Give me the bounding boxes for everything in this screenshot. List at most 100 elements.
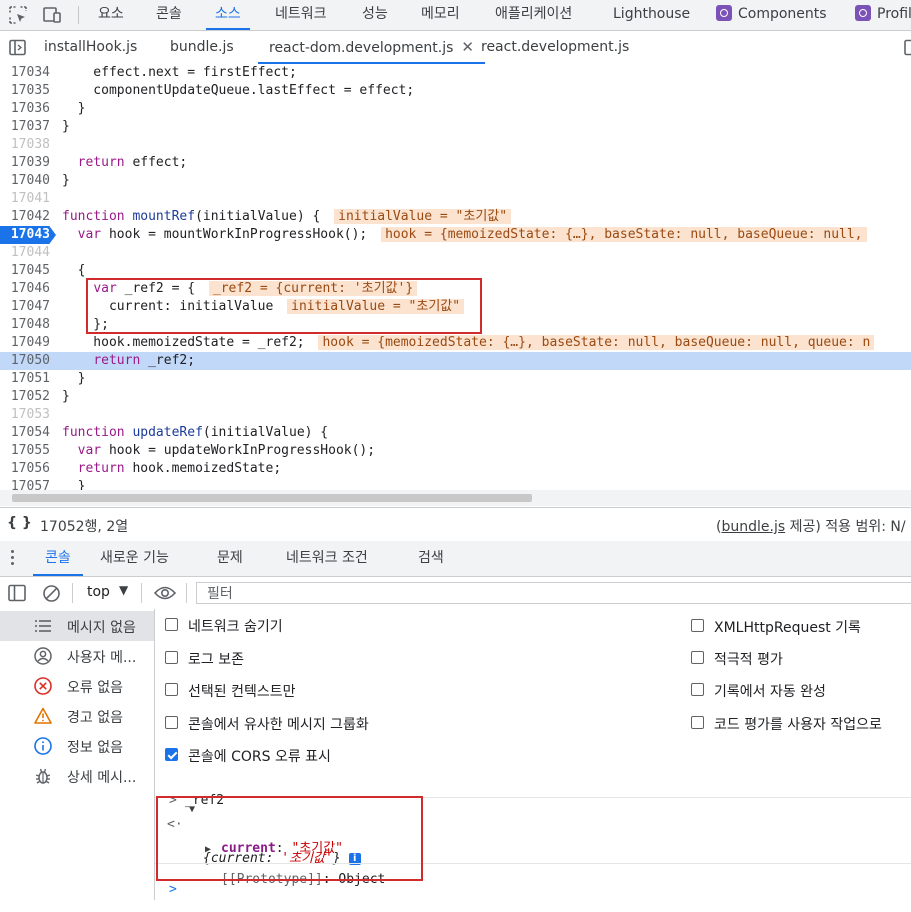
sidebar-item-info[interactable]: 정보 없음 (0, 731, 154, 761)
line-number[interactable]: 17049 (0, 334, 50, 352)
line-number[interactable]: 17056 (0, 460, 50, 478)
checkbox[interactable] (165, 618, 178, 631)
file-tab-react-dom[interactable]: react-dom.development.js ✕ (258, 31, 485, 64)
console-toolbar: top ▼ (0, 577, 911, 610)
keyword: function (62, 209, 125, 224)
line-number[interactable]: 17055 (0, 442, 50, 460)
checkbox[interactable] (165, 716, 178, 729)
source-file-link[interactable]: bundle.js (721, 519, 785, 535)
editor-horizontal-scrollbar[interactable] (0, 490, 911, 506)
code-line: 17034 effect.next = firstEffect; (0, 64, 911, 82)
more-options-icon[interactable] (11, 550, 15, 568)
checkbox[interactable] (691, 619, 704, 632)
line-number[interactable]: 17039 (0, 154, 50, 172)
sidebar-item-label: 정보 없음 (67, 740, 123, 756)
sidebar-item-verbose[interactable]: 상세 메시... (0, 761, 154, 791)
checkbox[interactable] (165, 683, 178, 696)
tab-sources[interactable]: 소스 (206, 0, 250, 30)
execution-line-marker[interactable]: 17043 (0, 226, 56, 244)
info-icon (34, 737, 52, 755)
live-expression-eye-icon[interactable] (154, 585, 176, 601)
error-icon (34, 677, 52, 695)
tab-elements[interactable]: 요소 (98, 0, 124, 30)
tab-console[interactable]: 콘솔 (156, 0, 182, 30)
line-number[interactable]: 17053 (0, 406, 50, 424)
code-line: 17052} (0, 388, 911, 406)
line-number[interactable]: 17050 (0, 352, 50, 370)
toggle-navigator-icon[interactable] (9, 39, 26, 56)
line-number[interactable]: 17034 (0, 64, 50, 82)
file-tab-installhook[interactable]: installHook.js (44, 31, 137, 64)
code-text: return effect; (62, 154, 188, 172)
line-number[interactable]: 17054 (0, 424, 50, 442)
clear-console-icon[interactable] (42, 584, 61, 603)
line-number[interactable]: 17046 (0, 280, 50, 298)
checkbox[interactable] (691, 716, 704, 729)
context-dropdown-icon[interactable]: ▼ (119, 583, 128, 597)
code-text: componentUpdateQueue.lastEffect = effect… (62, 83, 415, 98)
line-number[interactable]: 17035 (0, 82, 50, 100)
code-line-paused: 17050 return _ref2; (0, 352, 911, 370)
line-number[interactable]: 17041 (0, 190, 50, 208)
code-text: var hook = updateWorkInProgressHook(); (62, 442, 375, 460)
line-number[interactable]: 17036 (0, 100, 50, 118)
line-number[interactable]: 17048 (0, 316, 50, 334)
sidebar-item-warnings[interactable]: 경고 없음 (0, 701, 154, 731)
tab-application[interactable]: 애플리케이션 (495, 0, 572, 30)
file-tab-bundle[interactable]: bundle.js (170, 31, 234, 64)
code-line: 17055 var hook = updateWorkInProgressHoo… (0, 442, 911, 460)
file-tab-react[interactable]: react.development.js (481, 31, 629, 64)
drawer-tab-console[interactable]: 콘솔 (33, 541, 83, 576)
tab-lighthouse[interactable]: Lighthouse (613, 0, 690, 30)
line-number[interactable]: 17051 (0, 370, 50, 388)
checkbox[interactable] (691, 651, 704, 664)
context-selector[interactable]: top (87, 584, 110, 600)
scrollbar-thumb[interactable] (12, 494, 532, 502)
pretty-print-icon[interactable]: { } (7, 515, 32, 531)
drawer-tab-network-conditions[interactable]: 네트워크 조건 (286, 541, 368, 576)
line-number[interactable]: 17052 (0, 388, 50, 406)
console-sidebar: 메시지 없음 사용자 메... 오류 없음 경고 없음 정보 없음 상세 메시.… (0, 609, 155, 900)
show-sidebar-icon[interactable] (8, 584, 26, 602)
tab-profiler[interactable]: Profil (855, 0, 911, 30)
sidebar-item-user-messages[interactable]: 사용자 메... (0, 641, 154, 671)
setting-label: 로그 보존 (188, 652, 244, 668)
tab-network[interactable]: 네트워크 (275, 0, 327, 30)
checkbox[interactable] (165, 651, 178, 664)
code-editor[interactable]: 17034 effect.next = firstEffect; 17035 c… (0, 64, 911, 490)
device-toolbar-icon[interactable] (42, 5, 62, 25)
setting-label: 콘솔에서 유사한 메시지 그룹화 (188, 717, 369, 733)
line-number[interactable]: 17042 (0, 208, 50, 226)
tab-performance[interactable]: 성능 (362, 0, 388, 30)
drawer-tab-whats-new[interactable]: 새로운 기능 (100, 541, 169, 576)
line-number[interactable]: 17037 (0, 118, 50, 136)
inline-value: hook = {memoizedState: {…}, baseState: n… (381, 227, 867, 242)
line-number[interactable]: 17057 (0, 478, 50, 490)
tab-components-label: Components (738, 6, 827, 22)
console-output[interactable]: > _ref2 <· ▼ {current: '초기값'} i current: "… (155, 772, 911, 900)
drawer-tabbar: 콘솔 새로운 기능 문제 네트워크 조건 검색 (0, 541, 911, 577)
drawer-tab-search[interactable]: 검색 (418, 541, 444, 576)
file-tabbar: installHook.js bundle.js react-dom.devel… (0, 31, 911, 65)
line-number[interactable]: 17040 (0, 172, 50, 190)
inspect-element-icon[interactable] (8, 5, 28, 25)
checkbox-checked[interactable] (165, 748, 178, 761)
close-tab-icon[interactable]: ✕ (461, 38, 474, 56)
sidebar-item-messages[interactable]: 메시지 없음 (0, 611, 154, 641)
line-number[interactable]: 17038 (0, 136, 50, 154)
filter-input[interactable] (205, 585, 889, 603)
tab-components[interactable]: Components (716, 0, 827, 30)
code-fragment: hook = updateWorkInProgressHook(); (101, 443, 376, 458)
tab-memory[interactable]: 메모리 (421, 0, 460, 30)
drawer-tab-issues[interactable]: 문제 (217, 541, 243, 576)
code-line: 17054 function updateRef(initialValue) { (0, 424, 911, 442)
bug-icon (35, 768, 51, 784)
react-components-icon (716, 5, 732, 21)
checkbox[interactable] (691, 683, 704, 696)
line-number[interactable]: 17047 (0, 298, 50, 316)
line-number[interactable]: 17044 (0, 244, 50, 262)
line-number[interactable]: 17045 (0, 262, 50, 280)
file-tab-react-dom-label: react-dom.development.js (269, 40, 454, 56)
more-tabs-icon[interactable] (904, 39, 911, 56)
sidebar-item-errors[interactable]: 오류 없음 (0, 671, 154, 701)
